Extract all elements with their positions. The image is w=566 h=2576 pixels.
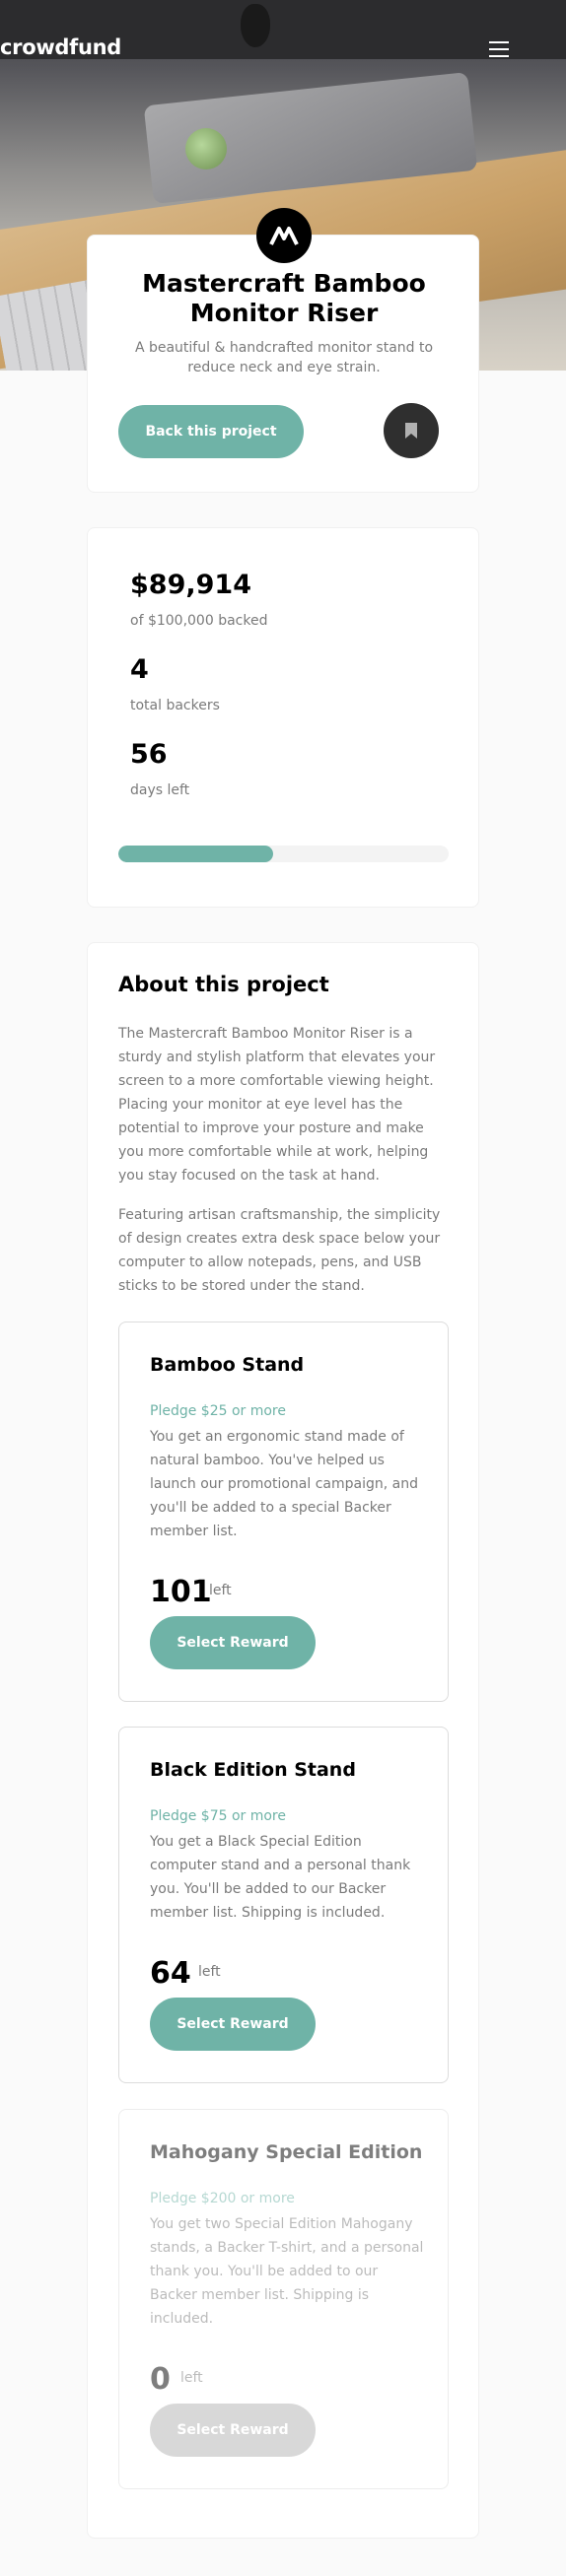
backed-label: of $100,000 backed: [130, 613, 268, 629]
reward-description: You get a Black Special Edition computer…: [150, 1834, 411, 1921]
reward-pledge: Pledge $75 or more: [150, 1808, 286, 1824]
site-logo[interactable]: crowdfund: [0, 35, 121, 59]
funding-progress-fill: [118, 846, 274, 862]
reward-left-count: 0: [150, 2362, 171, 2397]
back-this-project-button[interactable]: Back this project: [118, 405, 304, 458]
reward-name: Black Edition Stand: [150, 1759, 356, 1781]
select-reward-button-disabled: Select Reward: [150, 2404, 316, 2457]
select-reward-button[interactable]: Select Reward: [150, 1616, 316, 1669]
about-card: About this project The Mastercraft Bambo…: [87, 942, 479, 2539]
about-title: About this project: [118, 973, 329, 996]
reward-name: Bamboo Stand: [150, 1354, 305, 1376]
days-left-label: days left: [130, 782, 190, 798]
reward-description: You get two Special Edition Mahogany sta…: [150, 2216, 424, 2327]
backed-amount: $89,914: [130, 570, 251, 600]
hamburger-menu-icon[interactable]: [489, 41, 509, 57]
stats-card: $89,914 of $100,000 backed 4 total backe…: [87, 527, 479, 908]
project-description: A beautiful & handcrafted monitor stand …: [134, 340, 434, 375]
bookmark-button[interactable]: [384, 403, 439, 458]
reward-left-label: left: [180, 2370, 203, 2386]
figurine: [185, 128, 227, 169]
reward-pledge: Pledge $200 or more: [150, 2191, 295, 2206]
select-reward-button[interactable]: Select Reward: [150, 1998, 316, 2051]
reward-name: Mahogany Special Edition: [150, 2141, 423, 2163]
reward-pledge: Pledge $25 or more: [150, 1403, 286, 1419]
backers-label: total backers: [130, 698, 220, 713]
days-left: 56: [130, 739, 168, 770]
about-paragraph-2: Featuring artisan craftsmanship, the sim…: [118, 1207, 441, 1294]
reward-card-mahogany: Mahogany Special Edition Pledge $200 or …: [118, 2109, 449, 2489]
about-paragraph-1: The Mastercraft Bamboo Monitor Riser is …: [118, 1026, 436, 1184]
reward-left-label: left: [198, 1964, 221, 1980]
mastercraft-logo-icon: [256, 208, 312, 263]
reward-description: You get an ergonomic stand made of natur…: [150, 1429, 418, 1539]
reward-left-count: 64: [150, 1956, 191, 1991]
funding-progress-bar: [118, 846, 449, 862]
project-intro-card: Mastercraft Bamboo Monitor Riser A beaut…: [87, 208, 479, 493]
site-header: crowdfund: [0, 30, 566, 69]
bookmark-icon: [405, 423, 417, 439]
reward-left-count: 101: [150, 1575, 212, 1609]
total-backers: 4: [130, 654, 149, 685]
reward-card-black-edition: Black Edition Stand Pledge $75 or more Y…: [118, 1727, 449, 2083]
reward-card-bamboo: Bamboo Stand Pledge $25 or more You get …: [118, 1322, 449, 1702]
reward-left-label: left: [209, 1583, 232, 1598]
project-title: Mastercraft Bamboo Monitor Riser: [142, 269, 426, 327]
